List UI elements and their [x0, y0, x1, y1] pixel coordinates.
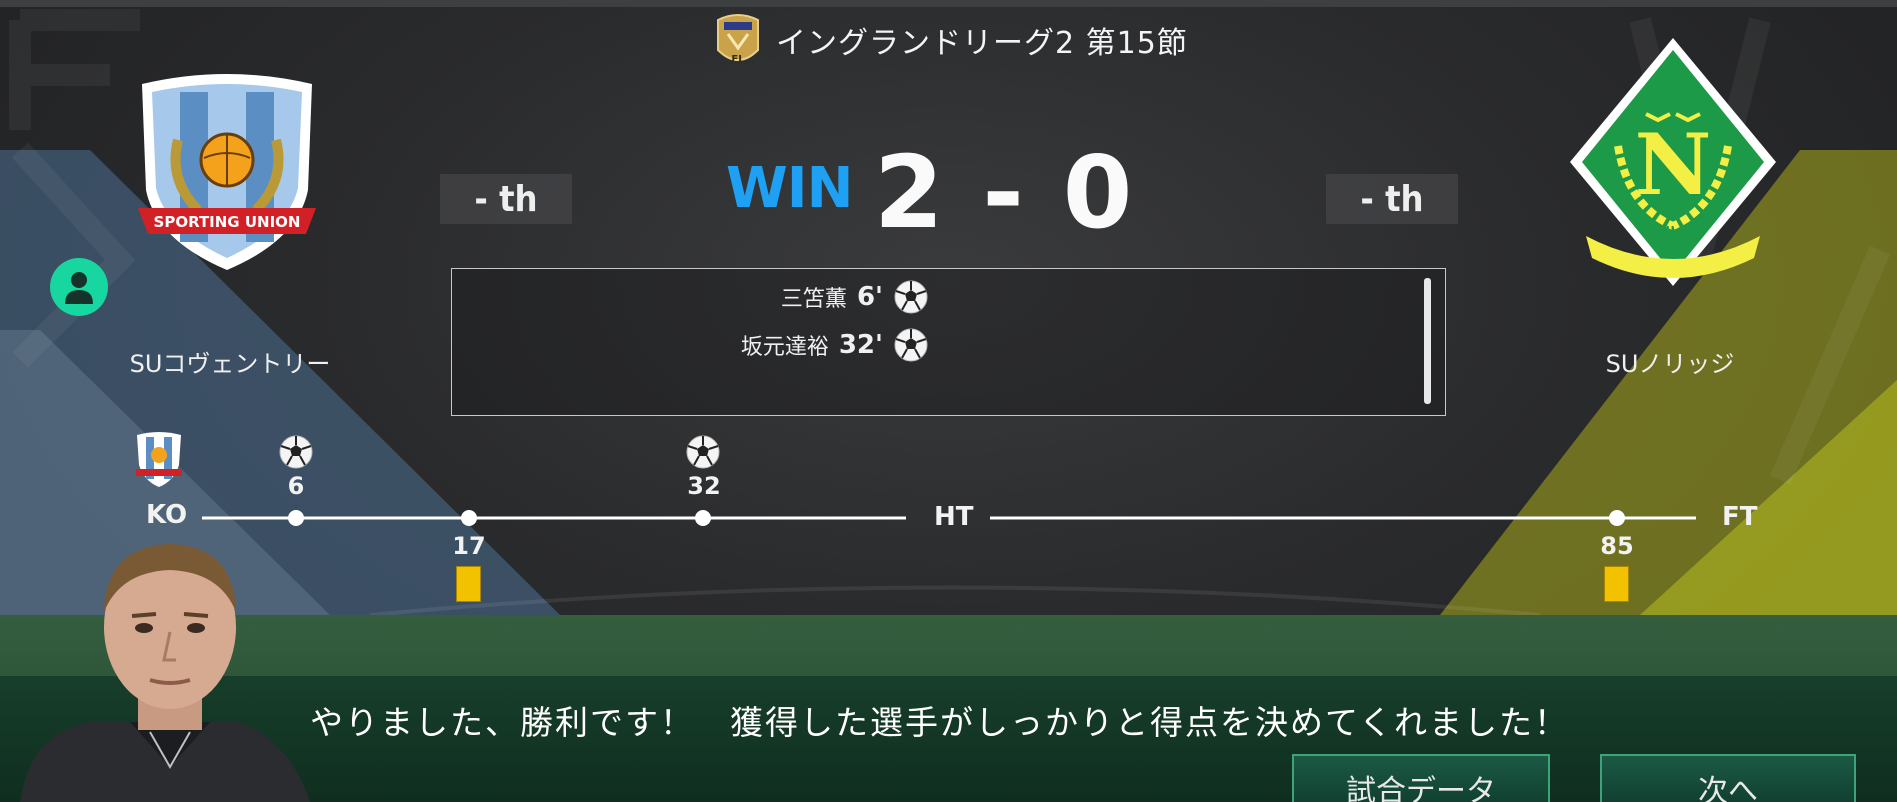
- goal-row: 三笘薫 6': [781, 279, 929, 315]
- away-team-name: SUノリッジ: [1605, 350, 1735, 378]
- next-button[interactable]: 次へ: [1600, 754, 1856, 802]
- match-score: 2 - 0: [874, 134, 1135, 251]
- away-team-rank: - th: [1326, 174, 1458, 224]
- match-result: WIN: [726, 156, 853, 221]
- user-icon: [65, 272, 93, 304]
- manager-message: やりました、勝利です！ 獲得した選手がしっかりと得点を決めてくれました！: [310, 703, 1570, 742]
- user-profile-button[interactable]: [50, 258, 108, 316]
- home-team-mini-crest-icon: [136, 432, 182, 487]
- soccer-ball-icon: [894, 328, 928, 362]
- match-result-screen: FL イングランドリーグ2 第15節 SPORTING UNION N S.U.…: [0, 0, 1897, 802]
- league-title: イングランドリーグ2 第15節: [776, 26, 1188, 61]
- timeline-event-marker[interactable]: [460, 509, 478, 527]
- goal-scorer-name: 坂元達裕: [740, 335, 829, 360]
- soccer-ball-icon: [894, 280, 928, 314]
- soccer-ball-icon: [279, 435, 313, 469]
- away-crest-letter: N: [1635, 115, 1712, 214]
- timeline-event-minute: 6: [287, 472, 305, 500]
- timeline-event-marker[interactable]: [1608, 509, 1626, 527]
- league-logo-text: FL: [731, 54, 745, 65]
- goal-scorers-panel: 三笘薫 6' 坂元達裕 32': [451, 268, 1446, 416]
- home-team-name: SUコヴェントリー: [129, 350, 331, 378]
- timeline-event-minute: 32: [687, 472, 721, 500]
- goal-minute: 32': [838, 330, 883, 360]
- timeline-halftime-label: HT: [934, 502, 974, 532]
- goal-row: 坂元達裕 32': [741, 327, 929, 363]
- goal-scorer-name: 三笘薫: [780, 287, 847, 312]
- manager-portrait: [20, 544, 310, 802]
- timeline-event-marker[interactable]: [287, 509, 305, 527]
- goal-minute: 6': [856, 282, 883, 312]
- goal-list-scrollbar[interactable]: [1424, 278, 1431, 404]
- league-header: FL イングランドリーグ2 第15節: [714, 12, 1188, 68]
- match-data-button[interactable]: 試合データ: [1292, 754, 1550, 802]
- timeline-event-minute: 17: [452, 532, 486, 560]
- home-team-crest-icon: SPORTING UNION: [138, 74, 316, 270]
- yellow-card-icon: [1604, 566, 1629, 602]
- timeline-kickoff-label: KO: [146, 500, 188, 530]
- league-logo-icon: FL: [717, 14, 759, 65]
- away-crest-text: S.U.N.: [1654, 224, 1693, 237]
- home-team-rank: - th: [440, 174, 572, 224]
- soccer-ball-icon: [686, 435, 720, 469]
- timeline-fulltime-label: FT: [1722, 502, 1758, 532]
- yellow-card-icon: [456, 566, 481, 602]
- timeline-event-marker[interactable]: [694, 509, 712, 527]
- timeline-event-minute: 85: [1600, 532, 1634, 560]
- home-crest-text: SPORTING UNION: [154, 213, 301, 231]
- away-team-crest-icon: N S.U.N.: [1570, 38, 1776, 286]
